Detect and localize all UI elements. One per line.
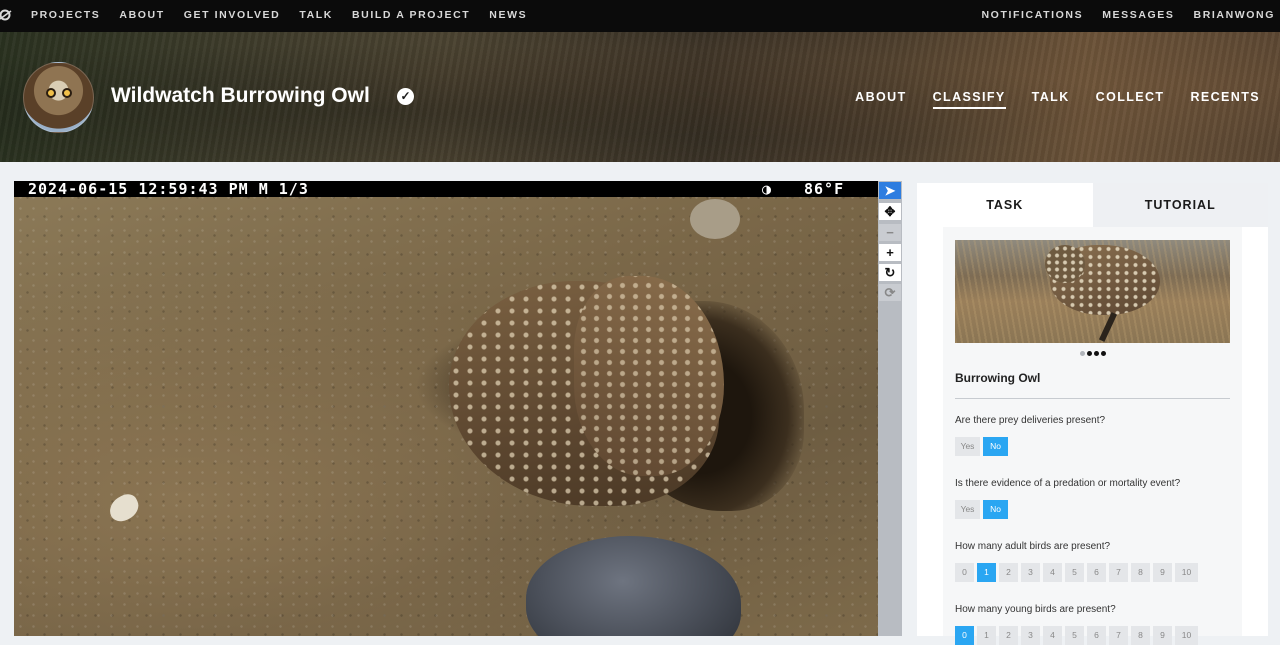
camera-info-stamp: 2024-06-15 12:59:43 PM M 1/3 ◑ 86°F — [14, 181, 878, 197]
subject-image-viewer[interactable]: 2024-06-15 12:59:43 PM M 1/3 ◑ 86°F — [14, 181, 878, 636]
project-nav-about[interactable]: ABOUT — [855, 90, 906, 109]
task-content: Burrowing Owl Are there prey deliveries … — [943, 227, 1242, 636]
image-toolbar: ➤ ✥ − + ↻ ⟳ — [878, 181, 902, 636]
nav-about[interactable]: ABOUT — [119, 9, 164, 21]
nav-messages[interactable]: MESSAGES — [1102, 9, 1174, 21]
camera-timestamp: 2024-06-15 12:59:43 PM M 1/3 — [28, 181, 309, 197]
answer-1[interactable]: 1 — [977, 563, 996, 582]
project-title[interactable]: Wildwatch Burrowing Owl — [111, 84, 370, 108]
answer-6[interactable]: 6 — [1087, 563, 1106, 582]
moon-phase-icon: ◑ — [762, 181, 772, 197]
nav-projects[interactable]: PROJECTS — [31, 9, 100, 21]
answer-3[interactable]: 3 — [1021, 563, 1040, 582]
answer-9[interactable]: 9 — [1153, 563, 1172, 582]
carousel-dot[interactable] — [1087, 351, 1092, 356]
question-prey-deliveries: Are there prey deliveries present? — [955, 415, 1105, 426]
answer-5[interactable]: 5 — [1065, 563, 1084, 582]
tab-task[interactable]: TASK — [917, 183, 1093, 227]
answer-group-prey-deliveries: Yes No — [955, 437, 1008, 456]
zoom-out-icon[interactable]: − — [879, 224, 901, 241]
project-avatar[interactable] — [23, 62, 94, 133]
project-nav-classify[interactable]: CLASSIFY — [933, 90, 1006, 109]
zooniverse-logo-icon[interactable] — [0, 8, 12, 22]
answer-8[interactable]: 8 — [1131, 563, 1150, 582]
nav-notifications[interactable]: NOTIFICATIONS — [982, 9, 1084, 21]
verified-check-icon: ✓ — [397, 88, 414, 105]
project-header: Wildwatch Burrowing Owl ✓ ABOUT CLASSIFY… — [0, 32, 1280, 162]
answer-group-predation-event: Yes No — [955, 500, 1008, 519]
project-nav-talk[interactable]: TALK — [1032, 90, 1070, 109]
pointer-tool-icon[interactable]: ➤ — [879, 182, 901, 199]
answer-10[interactable]: 10 — [1175, 563, 1198, 582]
nav-get-involved[interactable]: GET INVOLVED — [184, 9, 281, 21]
image-carousel-dots — [943, 350, 1242, 358]
answer-no[interactable]: No — [983, 500, 1008, 519]
site-nav-right: NOTIFICATIONS MESSAGES BRIANWONG — [982, 9, 1280, 21]
species-name: Burrowing Owl — [955, 371, 1040, 385]
stone — [690, 199, 740, 239]
zoom-in-icon[interactable]: + — [879, 244, 901, 261]
nav-talk[interactable]: TALK — [299, 9, 333, 21]
carousel-dot[interactable] — [1094, 351, 1099, 356]
carousel-dot[interactable] — [1080, 351, 1085, 356]
rotate-icon[interactable]: ↻ — [879, 264, 901, 281]
reset-view-icon[interactable]: ⟳ — [879, 284, 901, 301]
panel-tabs: TASK TUTORIAL — [917, 183, 1268, 227]
question-young-birds: How many young birds are present? — [955, 604, 1116, 615]
avatar-right-eye — [62, 88, 72, 98]
answer-4[interactable]: 4 — [1043, 563, 1062, 582]
species-example-image[interactable] — [955, 240, 1230, 343]
answer-7[interactable]: 7 — [1109, 563, 1128, 582]
project-nav-recents[interactable]: RECENTS — [1190, 90, 1260, 109]
classification-panel: TASK TUTORIAL Burrowing Owl Are there pr… — [917, 183, 1268, 636]
divider — [955, 398, 1230, 399]
move-tool-icon[interactable]: ✥ — [879, 203, 901, 220]
site-top-bar: PROJECTS ABOUT GET INVOLVED TALK BUILD A… — [0, 0, 1280, 32]
tab-tutorial[interactable]: TUTORIAL — [1093, 183, 1269, 227]
question-adult-birds: How many adult birds are present? — [955, 541, 1110, 552]
nav-build-a-project[interactable]: BUILD A PROJECT — [352, 9, 470, 21]
answer-no[interactable]: No — [983, 437, 1008, 456]
project-nav-collect[interactable]: COLLECT — [1096, 90, 1165, 109]
question-predation-event: Is there evidence of a predation or mort… — [955, 478, 1180, 489]
carousel-dot[interactable] — [1101, 351, 1106, 356]
answer-yes[interactable]: Yes — [955, 500, 980, 519]
answer-yes[interactable]: Yes — [955, 437, 980, 456]
answer-group-adult-birds: 0 1 2 3 4 5 6 7 8 9 10 — [955, 563, 1198, 582]
site-nav-left: PROJECTS ABOUT GET INVOLVED TALK BUILD A… — [31, 9, 546, 21]
avatar-left-eye — [46, 88, 56, 98]
nav-user-menu[interactable]: BRIANWONG — [1194, 9, 1275, 21]
nav-news[interactable]: NEWS — [489, 9, 527, 21]
example-owl-head — [1045, 245, 1085, 283]
camera-temperature: 86°F — [804, 181, 844, 197]
answer-0[interactable]: 0 — [955, 563, 974, 582]
answer-2[interactable]: 2 — [999, 563, 1018, 582]
project-nav: ABOUT CLASSIFY TALK COLLECT RECENTS — [829, 90, 1260, 109]
